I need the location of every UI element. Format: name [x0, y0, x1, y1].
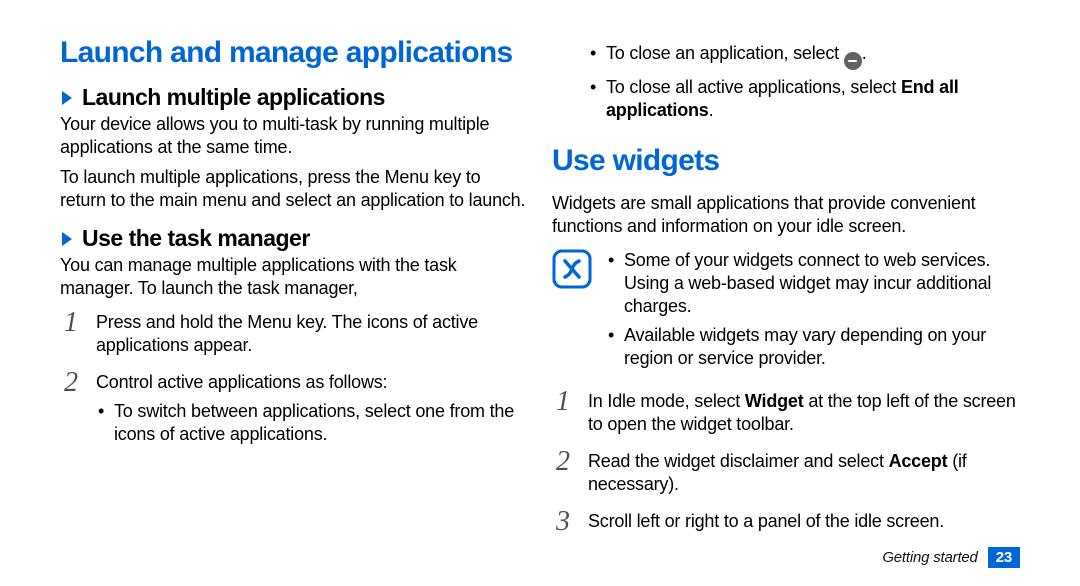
task-manager-steps: Press and hold the Menu key. The icons o… — [60, 311, 528, 446]
widget-steps: In Idle mode, select Widget at the top l… — [552, 390, 1020, 533]
heading-launch-manage: Launch and manage applications — [60, 36, 528, 70]
content-columns: Launch and manage applications Launch mu… — [60, 36, 1020, 547]
subheading-launch-multiple: Launch multiple applications — [82, 84, 385, 111]
bullet-text: To close an application, select — [606, 43, 844, 63]
bullet-text-tail: . — [709, 100, 714, 120]
step-text: Press and hold the Menu key. The icons o… — [96, 312, 478, 355]
bullet-text: To close all active applications, select — [606, 77, 901, 97]
list-item: Scroll left or right to a panel of the i… — [552, 510, 1020, 533]
paragraph: Your device allows you to multi-task by … — [60, 113, 528, 158]
bullet-text: Some of your widgets connect to web serv… — [624, 250, 991, 316]
list-item: To switch between applications, select o… — [96, 400, 528, 446]
step-text: Read the widget disclaimer and select — [588, 451, 889, 471]
chevron-right-icon — [60, 89, 74, 107]
list-item: To close an application, select . — [588, 42, 1020, 70]
note-icon — [552, 249, 592, 289]
right-column: To close an application, select . To clo… — [552, 36, 1020, 547]
list-item: Available widgets may vary depending on … — [606, 324, 1020, 370]
footer-section-label: Getting started — [882, 549, 977, 566]
list-item: Read the widget disclaimer and select Ac… — [552, 450, 1020, 496]
sub-bullets: To switch between applications, select o… — [96, 400, 528, 446]
heading-use-widgets: Use widgets — [552, 144, 1020, 178]
step-text: Control active applications as follows: — [96, 372, 387, 392]
subheading-task-manager-row: Use the task manager — [60, 225, 528, 252]
paragraph: To launch multiple applications, press t… — [60, 166, 528, 211]
step-text: Scroll left or right to a panel of the i… — [588, 511, 944, 531]
subheading-task-manager: Use the task manager — [82, 225, 310, 252]
step-text: In Idle mode, select — [588, 391, 745, 411]
list-item: Some of your widgets connect to web serv… — [606, 249, 1020, 318]
bold-text: Accept — [889, 451, 948, 471]
page-number-badge: 23 — [988, 547, 1020, 568]
chevron-right-icon — [60, 230, 74, 248]
list-item: To close all active applications, select… — [588, 76, 1020, 122]
bullet-text-tail: . — [862, 43, 867, 63]
bold-text: Widget — [745, 391, 804, 411]
info-note: Some of your widgets connect to web serv… — [552, 249, 1020, 376]
note-bullets: Some of your widgets connect to web serv… — [606, 249, 1020, 376]
minus-circle-icon — [844, 45, 862, 70]
close-app-bullets: To close an application, select . To clo… — [552, 42, 1020, 122]
subheading-launch-multiple-row: Launch multiple applications — [60, 84, 528, 111]
left-column: Launch and manage applications Launch mu… — [60, 36, 528, 547]
page-footer: Getting started 23 — [882, 547, 1020, 568]
list-item: Press and hold the Menu key. The icons o… — [60, 311, 528, 357]
bullet-text: To switch between applications, select o… — [114, 401, 514, 444]
bullet-text: Available widgets may vary depending on … — [624, 325, 986, 368]
paragraph: Widgets are small applications that prov… — [552, 192, 1020, 237]
list-item: Control active applications as follows: … — [60, 371, 528, 446]
list-item: In Idle mode, select Widget at the top l… — [552, 390, 1020, 436]
paragraph: You can manage multiple applications wit… — [60, 254, 528, 299]
